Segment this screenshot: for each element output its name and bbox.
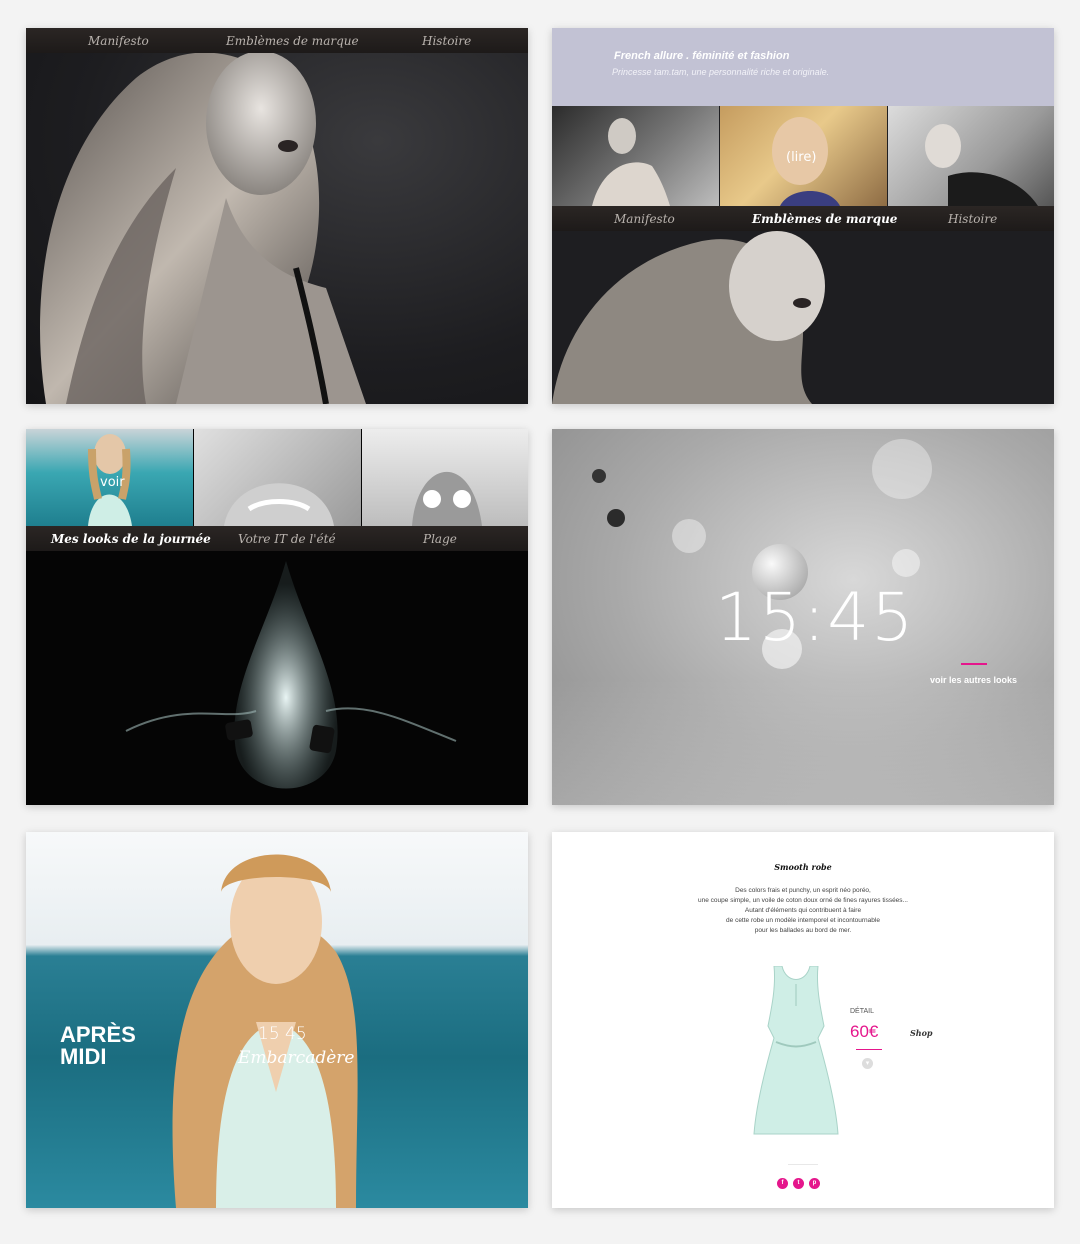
dress-product-image — [753, 966, 839, 1135]
sparkle-layer — [552, 679, 1054, 805]
product-description: Des colors frais et punchy, un esprit né… — [552, 886, 1054, 936]
nav-emblemes[interactable]: Emblèmes de marque — [752, 212, 897, 226]
screen-clock: 15:45 voir les autres looks — [552, 429, 1054, 805]
detail-label: DÉTAIL — [850, 1008, 874, 1015]
nav-manifesto[interactable]: Manifesto — [88, 34, 149, 48]
script-label: Embarcadère — [238, 1048, 355, 1068]
pinterest-icon[interactable]: p — [809, 1178, 820, 1189]
thumb-look-3[interactable] — [362, 429, 528, 526]
description-line: Des colors frais et punchy, un esprit né… — [735, 887, 871, 894]
title-line-1: APRÈS — [60, 1022, 136, 1047]
description-line: Autant d'éléments qui contribuent à fair… — [744, 907, 862, 914]
hero-photo-cropped — [552, 231, 825, 404]
thumb-2[interactable]: (lire) — [720, 106, 887, 206]
intro-title: French allure . féminité et fashion — [614, 50, 790, 62]
looks-nav: Mes looks de la journée Votre IT de l'ét… — [26, 526, 528, 551]
accent-rule — [961, 663, 987, 665]
apres-midi-title: APRÈS MIDI — [60, 1024, 136, 1068]
intro-subtitle: Princesse tam.tam, une personnalité rich… — [612, 67, 830, 77]
bubble-icon — [592, 469, 606, 483]
nav-emblemes[interactable]: Emblèmes de marque — [226, 34, 359, 48]
intro-header: French allure . féminité et fashion Prin… — [552, 28, 1054, 106]
description-line: de cette robe un modèle intemporel et in… — [726, 917, 880, 924]
nav-plage[interactable]: Plage — [423, 532, 457, 546]
main-nav: Manifesto Emblèmes de marque Histoire — [26, 28, 528, 53]
thumb-1[interactable] — [552, 106, 719, 206]
screen-emblemes: French allure . féminité et fashion Prin… — [552, 28, 1054, 404]
price-rule — [856, 1049, 882, 1050]
time-label: 15 45 — [258, 1024, 307, 1044]
chevron-down-icon[interactable]: ▾ — [862, 1058, 873, 1069]
screen-apres-midi: APRÈS MIDI 15 45 Embarcadère — [26, 832, 528, 1208]
bubble-icon — [892, 549, 920, 577]
divider — [788, 1164, 818, 1165]
screen-looks: voir Mes looks de la journée Votre IT de… — [26, 429, 528, 805]
screen-manifesto-hero: Manifesto Emblèmes de marque Histoire — [26, 28, 528, 404]
clock-time: 15:45 — [715, 579, 916, 656]
voir-label[interactable]: voir — [100, 475, 125, 490]
description-line: pour les ballades au bord de mer. — [754, 927, 852, 934]
lire-label[interactable]: (lire) — [786, 150, 816, 165]
thumb-look-1[interactable]: voir — [26, 429, 193, 526]
hero-photo — [26, 28, 528, 404]
main-nav: Manifesto Emblèmes de marque Histoire — [552, 206, 1054, 231]
title-line-2: MIDI — [60, 1044, 107, 1069]
beach-portrait-photo — [172, 854, 358, 1208]
other-looks-link[interactable]: voir les autres looks — [930, 675, 1017, 685]
bubble-icon — [872, 439, 932, 499]
product-title: Smooth robe — [774, 862, 832, 872]
bubble-icon — [607, 509, 625, 527]
water-splash-photo — [125, 561, 457, 789]
bubble-icon — [672, 519, 706, 553]
description-line: une coupe simple, un voile de coton doux… — [698, 897, 908, 904]
nav-manifesto[interactable]: Manifesto — [614, 212, 675, 226]
nav-histoire[interactable]: Histoire — [422, 34, 471, 48]
price-value: 60€ — [850, 1022, 879, 1041]
twitter-icon[interactable]: t — [793, 1178, 804, 1189]
nav-mes-looks[interactable]: Mes looks de la journée — [51, 532, 211, 546]
screen-product-detail: Smooth robe Des colors frais et punchy, … — [552, 832, 1054, 1208]
nav-it-ete[interactable]: Votre IT de l'été — [238, 532, 336, 546]
nav-histoire[interactable]: Histoire — [948, 212, 997, 226]
shop-link[interactable]: Shop — [910, 1028, 933, 1038]
thumb-look-2[interactable] — [194, 429, 361, 526]
thumb-3[interactable] — [888, 106, 1054, 206]
facebook-icon[interactable]: f — [777, 1178, 788, 1189]
